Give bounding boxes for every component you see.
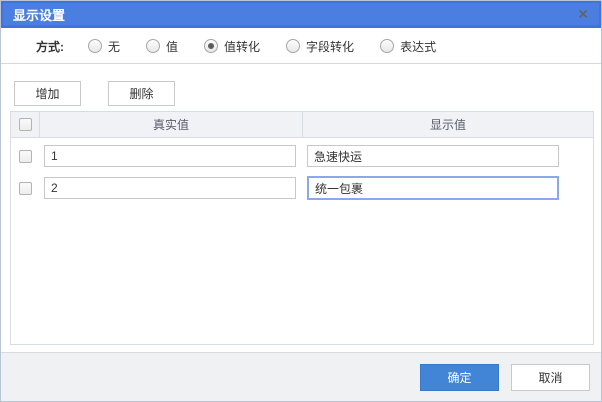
row-checkbox[interactable] [19, 182, 32, 195]
radio-option-none[interactable]: 无 [88, 38, 120, 55]
table-row [11, 174, 593, 202]
display-value-input[interactable] [307, 145, 559, 167]
radio-icon [88, 39, 102, 53]
delete-button[interactable]: 删除 [108, 81, 175, 106]
value-mapping-table: 真实值 显示值 [10, 111, 594, 345]
row-checkbox-cell [11, 182, 40, 195]
divider [1, 63, 601, 64]
radio-option-expression[interactable]: 表达式 [380, 38, 436, 55]
row-checkbox[interactable] [19, 150, 32, 163]
table-toolbar: 增加 删除 [14, 81, 175, 106]
header-checkbox-cell [11, 112, 40, 137]
table-header-row: 真实值 显示值 [11, 112, 593, 138]
dialog-footer: 确定 取消 [1, 352, 601, 401]
radio-icon [204, 39, 218, 53]
radio-option-field-conversion[interactable]: 字段转化 [286, 38, 354, 55]
radio-icon [380, 39, 394, 53]
mode-label: 方式: [36, 38, 64, 55]
radio-icon [146, 39, 160, 53]
row-checkbox-cell [11, 150, 40, 163]
dialog-titlebar: 显示设置 ✕ [1, 1, 601, 28]
real-value-cell [40, 177, 303, 199]
radio-icon [286, 39, 300, 53]
radio-option-label: 字段转化 [306, 38, 354, 55]
radio-option-label: 值 [166, 38, 178, 55]
real-value-cell [40, 145, 303, 167]
radio-option-value-conversion[interactable]: 值转化 [204, 38, 260, 55]
real-value-input[interactable] [44, 177, 296, 199]
radio-option-label: 表达式 [400, 38, 436, 55]
select-all-checkbox[interactable] [19, 118, 32, 131]
dialog-title: 显示设置 [13, 5, 65, 24]
mode-radio-row: 方式: 无 值 值转化 字段转化 表达式 [1, 29, 601, 63]
radio-option-value[interactable]: 值 [146, 38, 178, 55]
display-settings-dialog: 显示设置 ✕ 方式: 无 值 值转化 字段转化 表达式 增加 删除 [0, 0, 602, 402]
ok-button[interactable]: 确定 [420, 364, 499, 391]
display-value-input[interactable] [307, 176, 559, 200]
column-header-real-value: 真实值 [40, 112, 303, 137]
cancel-button[interactable]: 取消 [511, 364, 590, 391]
close-icon[interactable]: ✕ [577, 5, 589, 23]
table-row [11, 142, 593, 170]
add-button[interactable]: 增加 [14, 81, 81, 106]
radio-option-label: 无 [108, 38, 120, 55]
real-value-input[interactable] [44, 145, 296, 167]
radio-option-label: 值转化 [224, 38, 260, 55]
display-value-cell [303, 145, 593, 167]
column-header-display-value: 显示值 [303, 112, 593, 137]
display-value-cell [303, 176, 593, 200]
